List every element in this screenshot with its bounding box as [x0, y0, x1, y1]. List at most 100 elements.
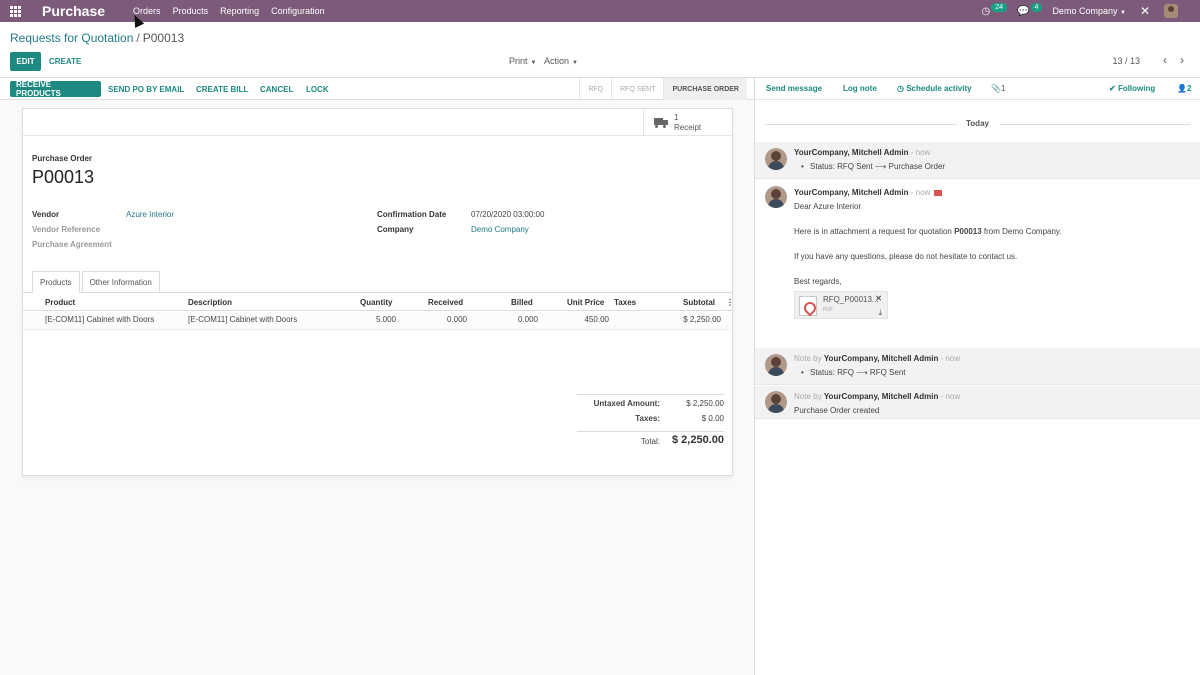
user-icon: 👤 — [1177, 84, 1187, 93]
company-switcher[interactable]: Demo Company ▼ — [1052, 6, 1126, 16]
col-unit-price[interactable]: Unit Price — [567, 298, 604, 307]
followers-button[interactable]: 👤2 — [1177, 84, 1191, 93]
action-dropdown[interactable]: Action ▼ — [544, 56, 578, 66]
caret-down-icon: ▼ — [530, 60, 537, 66]
schedule-activity-button[interactable]: ◷ Schedule activity — [897, 84, 972, 93]
author-avatar[interactable] — [765, 391, 787, 413]
create-button[interactable]: CREATE — [49, 52, 81, 71]
print-label: Print — [509, 56, 528, 66]
col-taxes[interactable]: Taxes — [614, 298, 636, 307]
send-po-by-email-button[interactable]: SEND PO BY EMAIL — [108, 81, 184, 97]
menu-reporting[interactable]: Reporting — [220, 6, 259, 16]
status-stages: RFQ RFQ SENT PURCHASE ORDER — [579, 78, 747, 100]
message-header: Note by YourCompany, Mitchell Admin - no… — [794, 354, 960, 363]
chatter-panel: Send message Log note ◷ Schedule activit… — [754, 78, 1200, 675]
menu-products[interactable]: Products — [173, 6, 209, 16]
log-note-button[interactable]: Log note — [843, 84, 877, 93]
pager-value[interactable]: 13 / 13 — [1112, 56, 1140, 66]
print-dropdown[interactable]: Print ▼ — [509, 56, 536, 66]
message-author[interactable]: YourCompany, Mitchell Admin — [824, 392, 939, 401]
table-row[interactable]: [E-COM11] Cabinet with Doors [E-COM11] C… — [23, 312, 732, 330]
edit-button[interactable]: EDIT — [10, 52, 41, 71]
line-description: [E-COM11] Cabinet with Doors — [188, 315, 298, 324]
attachments-button[interactable]: 📎1 — [991, 84, 1005, 93]
chevron-down-icon: ▼ — [1119, 10, 1126, 16]
smart-button-box: 1 Receipt — [23, 109, 732, 136]
email-body-line: If you have any questions, please do not… — [794, 252, 1018, 261]
message-author[interactable]: YourCompany, Mitchell Admin — [824, 354, 939, 363]
user-avatar[interactable] — [1164, 4, 1178, 18]
remove-attachment-icon[interactable]: ✕ — [875, 294, 882, 303]
pager-previous-icon[interactable]: ‹ — [1163, 53, 1167, 67]
activity-button[interactable]: ◷ 24 — [982, 2, 1008, 17]
action-label: Action — [544, 56, 570, 66]
breadcrumb-parent-link[interactable]: Requests for Quotation — [10, 31, 133, 45]
stage-rfq-sent[interactable]: RFQ SENT — [611, 78, 663, 100]
attachment-extension: PDF — [823, 307, 833, 313]
message-author[interactable]: YourCompany, Mitchell Admin — [794, 148, 909, 157]
col-quantity[interactable]: Quantity — [360, 298, 392, 307]
following-button[interactable]: ✔ Following — [1109, 84, 1155, 93]
author-avatar[interactable] — [765, 186, 787, 208]
cancel-button[interactable]: CANCEL — [260, 81, 293, 97]
author-avatar[interactable] — [765, 354, 787, 376]
vendor-field[interactable]: Azure Interior — [126, 210, 174, 219]
lock-button[interactable]: LOCK — [306, 81, 329, 97]
column-options-icon[interactable]: ⋮ — [726, 298, 734, 307]
order-lines-header: Product Description Quantity Received Bi… — [23, 295, 734, 311]
breadcrumb-current: P00013 — [142, 31, 185, 45]
menu-configuration[interactable]: Configuration — [271, 6, 325, 16]
tabs-divider — [23, 292, 732, 293]
col-received[interactable]: Received — [428, 298, 463, 307]
receipt-label: Receipt — [674, 122, 702, 132]
chat-bubbles-icon: 💬 — [1017, 5, 1030, 17]
col-product[interactable]: Product — [45, 298, 75, 307]
notebook-tabs: Products Other Information — [32, 271, 162, 293]
messaging-button[interactable]: 💬 4 — [1017, 2, 1043, 17]
followers-count: 2 — [1186, 84, 1192, 93]
message-author[interactable]: YourCompany, Mitchell Admin — [794, 188, 909, 197]
col-subtotal[interactable]: Subtotal — [683, 298, 715, 307]
stage-rfq[interactable]: RFQ — [579, 78, 611, 100]
vendor-reference-label: Vendor Reference — [32, 225, 101, 234]
line-quantity: 5.000 — [375, 315, 396, 324]
schedule-activity-label: Schedule activity — [906, 84, 972, 93]
company-field[interactable]: Demo Company — [471, 225, 529, 234]
vendor-label: Vendor — [32, 210, 60, 219]
col-description[interactable]: Description — [188, 298, 232, 307]
taxes-label: Taxes: — [635, 414, 660, 423]
tab-other-information[interactable]: Other Information — [81, 271, 160, 292]
pager-next-icon[interactable]: › — [1180, 53, 1184, 67]
apps-menu-icon[interactable] — [0, 0, 30, 22]
message-header: YourCompany, Mitchell Admin - now — [794, 148, 930, 157]
receive-products-button[interactable]: RECEIVE PRODUCTS — [10, 80, 101, 98]
order-totals: Untaxed Amount: $ 2,250.00 Taxes: $ 0.00… — [577, 392, 724, 450]
app-brand[interactable]: Purchase — [42, 3, 105, 19]
author-avatar[interactable] — [765, 148, 787, 170]
attachment-card[interactable]: RFQ_P00013... PDF ✕ ⤓ — [794, 291, 888, 319]
doc-type-label: Purchase Order — [32, 154, 93, 163]
stage-purchase-order[interactable]: PURCHASE ORDER — [663, 78, 747, 100]
download-icon[interactable]: ⤓ — [878, 308, 882, 318]
truck-icon — [654, 117, 668, 128]
check-icon: ✔ — [1109, 84, 1116, 93]
line-billed: 0.000 — [517, 315, 538, 324]
send-message-button[interactable]: Send message — [766, 84, 822, 93]
receipt-smart-button[interactable]: 1 Receipt — [643, 109, 732, 136]
message-time: - now — [940, 392, 961, 401]
activity-count-badge: 24 — [991, 2, 1008, 12]
line-product: [E-COM11] Cabinet with Doors — [45, 315, 155, 324]
create-bill-button[interactable]: CREATE BILL — [196, 81, 248, 97]
control-panel: Requests for Quotation / P00013 EDIT CREAT… — [0, 22, 1200, 78]
col-billed[interactable]: Billed — [511, 298, 533, 307]
tracking-value: Status: RFQ Sent ⟶ Purchase Order — [801, 162, 945, 171]
tracking-value: Status: RFQ ⟶ RFQ Sent — [801, 368, 905, 377]
messages-count-badge: 4 — [1030, 2, 1043, 12]
line-subtotal: $ 2,250.00 — [683, 315, 721, 324]
pdf-file-icon — [799, 296, 817, 316]
tab-products[interactable]: Products — [32, 271, 80, 293]
close-icon[interactable]: ✕ — [1140, 4, 1150, 18]
message-header: Note by YourCompany, Mitchell Admin - no… — [794, 392, 960, 401]
email-greeting: Dear Azure Interior — [794, 202, 862, 211]
company-name: Demo Company — [1052, 6, 1118, 16]
